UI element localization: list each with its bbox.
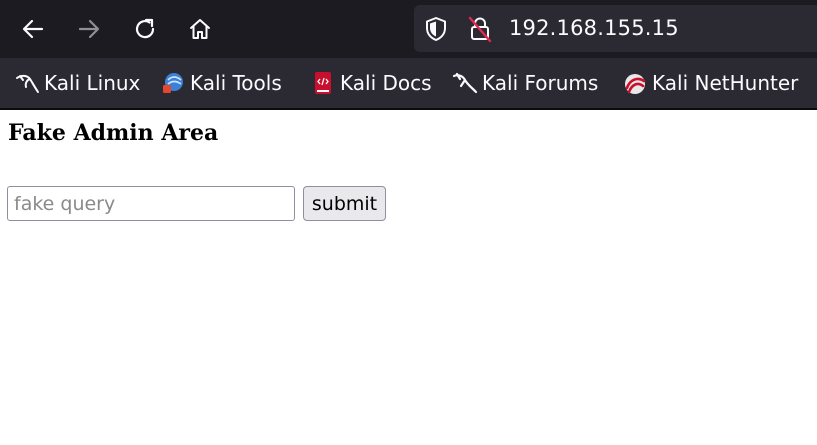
kali-dragon-icon bbox=[452, 70, 478, 96]
url-text[interactable]: 192.168.155.15 bbox=[509, 16, 679, 40]
bookmark-label: Kali Forums bbox=[482, 71, 599, 95]
forward-arrow-icon bbox=[78, 19, 100, 39]
insecure-lock-icon[interactable] bbox=[467, 15, 493, 43]
tracking-protection-shield-icon[interactable] bbox=[424, 16, 448, 42]
page-title: Fake Admin Area bbox=[8, 120, 219, 146]
kali-docs-icon bbox=[310, 70, 336, 96]
browser-chrome: 192.168.155.15 Kali Linux Kali Tools Kal… bbox=[0, 0, 817, 110]
bookmark-kali-docs[interactable]: Kali Docs bbox=[310, 68, 432, 98]
bookmark-kali-tools[interactable]: Kali Tools bbox=[160, 68, 282, 98]
back-button[interactable] bbox=[16, 12, 50, 46]
kali-nethunter-icon bbox=[622, 70, 648, 96]
fake-query-input[interactable] bbox=[7, 186, 295, 221]
forward-button[interactable] bbox=[72, 12, 106, 46]
reload-icon bbox=[135, 18, 155, 39]
home-button[interactable] bbox=[183, 12, 217, 46]
toolbar-divider bbox=[0, 108, 817, 110]
bookmark-kali-linux[interactable]: Kali Linux bbox=[14, 68, 140, 98]
bookmarks-toolbar: Kali Linux Kali Tools Kali Docs Kali For… bbox=[0, 58, 817, 109]
back-arrow-icon bbox=[22, 19, 44, 39]
submit-button[interactable]: submit bbox=[303, 186, 386, 221]
bookmark-label: Kali NetHunter bbox=[652, 71, 799, 95]
home-icon bbox=[190, 19, 210, 39]
address-bar[interactable]: 192.168.155.15 bbox=[414, 5, 817, 52]
kali-dragon-icon bbox=[14, 70, 40, 96]
bookmark-kali-nethunter[interactable]: Kali NetHunter bbox=[622, 68, 798, 98]
bookmark-label: Kali Tools bbox=[190, 71, 282, 95]
bookmark-kali-forums[interactable]: Kali Forums bbox=[452, 68, 598, 98]
reload-button[interactable] bbox=[128, 12, 162, 46]
bookmark-label: Kali Docs bbox=[340, 71, 432, 95]
navigation-toolbar: 192.168.155.15 bbox=[0, 0, 817, 58]
kali-tools-icon bbox=[160, 70, 186, 96]
bookmark-label: Kali Linux bbox=[44, 71, 141, 95]
